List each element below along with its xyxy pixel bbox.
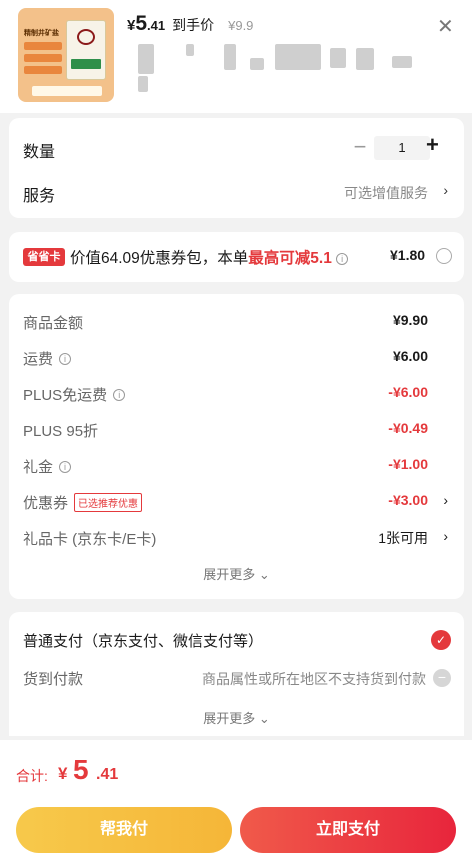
coupon-text: 价值64.09优惠券包，本单最高可减5.1 i (70, 246, 349, 268)
payment-cod-label: 货到付款 (23, 671, 84, 688)
product-thumbnail[interactable]: 精制井矿盐 (18, 8, 114, 102)
bag-logo (77, 29, 95, 45)
fee-value: 1张可用 (378, 530, 428, 546)
thumb-tag (24, 42, 62, 50)
fee-value: -¥3.00 (388, 492, 428, 508)
total-label: 合计: (16, 768, 48, 784)
thumb-tags: 精制井矿盐 (24, 28, 62, 74)
total-decimal: .41 (96, 766, 119, 783)
fee-value: -¥6.00 (388, 384, 428, 400)
saving-card-badge: 省省卡 (23, 248, 65, 266)
coupon-radio[interactable] (436, 248, 452, 264)
chevron-right-icon[interactable]: › (443, 492, 448, 508)
thumb-title: 精制井矿盐 (24, 30, 59, 37)
fee-row: PLUS 95折 -¥0.49 (9, 412, 464, 448)
fees-card: 商品金额 ¥9.90 运费 i ¥6.00 PLUS免运费 i -¥6.00 PLU… (9, 294, 464, 599)
disabled-minus-icon: − (433, 669, 451, 687)
fee-label: 优惠券 (23, 495, 69, 512)
recommended-badge: 已选推荐优惠 (74, 493, 143, 512)
fee-value: ¥6.00 (392, 348, 428, 364)
close-icon[interactable]: ✕ (437, 14, 454, 39)
thumb-tag (24, 54, 62, 62)
service-label: 服务 (23, 188, 56, 205)
total-integer: 5 (73, 754, 89, 785)
pay-now-button[interactable]: 立即支付 (240, 807, 456, 853)
coupon-pack-card[interactable]: 省省卡 价值64.09优惠券包，本单最高可减5.1 i ¥1.80 (9, 232, 464, 282)
fee-value: -¥0.49 (388, 420, 428, 436)
quantity-label: 数量 (23, 144, 56, 161)
fee-row: PLUS免运费 i -¥6.00 (9, 376, 464, 412)
thumb-base (32, 86, 102, 96)
total-symbol: ¥ (58, 764, 68, 783)
expand-more-button[interactable]: 展开更多 ⌄ (9, 708, 464, 727)
original-price: ¥9.9 (228, 18, 254, 33)
fee-label: 商品金额 (23, 315, 84, 332)
fee-row-coupon[interactable]: 优惠券 已选推荐优惠 -¥3.00 › (9, 484, 464, 520)
fee-label: 礼品卡 (京东卡/E卡) (23, 531, 157, 548)
info-icon[interactable]: i (59, 352, 72, 365)
bag-band (71, 59, 101, 69)
fee-label: 礼金 (23, 459, 54, 476)
checkout-footer: 合计: ¥ 5 .41 帮我付 立即支付 (0, 740, 472, 858)
quantity-minus-button[interactable]: − (352, 134, 368, 160)
quantity-input[interactable]: 1 (374, 136, 430, 160)
fee-value: -¥1.00 (388, 456, 428, 472)
price-integer: 5 (135, 12, 148, 35)
payment-normal-label[interactable]: 普通支付（京东支付、微信支付等） (23, 630, 263, 651)
info-icon[interactable]: i (59, 460, 72, 473)
chevron-right-icon[interactable]: › (443, 528, 448, 544)
salt-bag-image (66, 20, 106, 80)
fee-value: ¥9.90 (392, 312, 428, 328)
thumb-tag (24, 66, 62, 74)
payment-card: 普通支付（京东支付、微信支付等） ✓ 货到付款 商品属性或所在地区不支持货到付款… (9, 612, 464, 736)
price-line: ¥ 5 .41 到手价 ¥9.9 (127, 12, 253, 36)
coupon-text-highlight: 最高可减5.1 (248, 250, 332, 267)
payment-cod-note: 商品属性或所在地区不支持货到付款 (202, 671, 426, 687)
help-pay-button[interactable]: 帮我付 (16, 807, 232, 853)
arrival-price-label: 到手价 (172, 17, 215, 33)
quantity-plus-button[interactable]: + (426, 132, 439, 158)
fee-row: 礼金 i -¥1.00 (9, 448, 464, 484)
service-value[interactable]: 可选增值服务 (344, 183, 428, 203)
coupon-price: ¥1.80 (390, 247, 426, 263)
fee-row: 商品金额 ¥9.90 (9, 304, 464, 340)
fee-label: 运费 (23, 351, 54, 368)
quantity-service-card: 数量 − 1 + 服务 可选增值服务 › (9, 118, 464, 218)
expand-more-button[interactable]: 展开更多 ⌄ (9, 564, 464, 583)
fee-label: PLUS 95折 (23, 423, 99, 440)
checkmark-icon[interactable]: ✓ (431, 630, 451, 650)
info-icon[interactable]: i (113, 388, 126, 401)
fee-row-giftcard[interactable]: 礼品卡 (京东卡/E卡) 1张可用 › (9, 520, 464, 556)
price-symbol: ¥ (127, 17, 136, 34)
info-icon[interactable]: i (336, 252, 349, 265)
chevron-right-icon[interactable]: › (443, 182, 448, 198)
fee-label: PLUS免运费 (23, 387, 108, 404)
product-header: 精制井矿盐 ¥ 5 .41 到手价 ¥9.9 ✕ (0, 0, 472, 113)
coupon-text-main: 价值64.09优惠券包，本单 (70, 250, 249, 267)
fee-row: 运费 i ¥6.00 (9, 340, 464, 376)
price-decimal: .41 (147, 18, 166, 33)
